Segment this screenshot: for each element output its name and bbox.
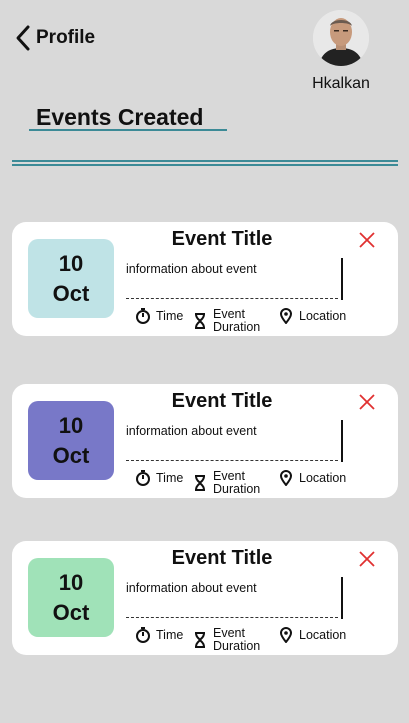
location-pin-icon (279, 470, 293, 486)
chevron-left-icon (16, 25, 30, 51)
date-month: Oct (52, 280, 90, 306)
date-month: Oct (52, 599, 90, 625)
stopwatch-icon (136, 627, 150, 643)
date-badge: 10 Oct (28, 401, 114, 480)
title-underline (29, 129, 227, 131)
event-card[interactable]: 10 Oct Event Title information about eve… (12, 384, 398, 498)
close-icon[interactable] (357, 549, 377, 569)
header: Profile Hkalkan (0, 0, 409, 100)
location-label: Location (299, 309, 347, 323)
event-time: Time (135, 627, 183, 643)
hourglass-icon (195, 313, 205, 329)
location-pin-icon (279, 627, 293, 643)
event-card[interactable]: 10 Oct Event Title information about eve… (12, 222, 398, 336)
close-icon[interactable] (357, 230, 377, 250)
date-badge: 10 Oct (28, 239, 114, 318)
event-time: Time (135, 308, 183, 324)
divider (341, 577, 343, 619)
close-icon[interactable] (357, 392, 377, 412)
date-badge: 10 Oct (28, 558, 114, 637)
event-title: Event Title (171, 228, 273, 250)
stopwatch-icon (136, 308, 150, 324)
time-label: Time (156, 471, 184, 485)
duration-label: Event Duration (213, 626, 261, 653)
event-card[interactable]: 10 Oct Event Title information about eve… (12, 541, 398, 655)
dashed-divider (126, 460, 338, 461)
time-label: Time (156, 309, 184, 323)
event-time: Time (135, 470, 183, 486)
hourglass-icon (195, 475, 205, 491)
divider (341, 420, 343, 462)
divider (12, 160, 398, 162)
dashed-divider (126, 298, 338, 299)
location-label: Location (299, 471, 347, 485)
event-title: Event Title (171, 390, 273, 412)
page-title: Events Created (36, 104, 204, 130)
event-duration: Event Duration (192, 308, 269, 334)
event-info: information about event (126, 262, 257, 276)
event-location: Location (278, 470, 346, 486)
username: Hkalkan (312, 75, 370, 92)
back-button[interactable]: Profile (14, 24, 95, 52)
stopwatch-icon (136, 470, 150, 486)
event-duration: Event Duration (192, 470, 269, 496)
duration-label: Event Duration (213, 469, 261, 496)
time-label: Time (156, 628, 184, 642)
location-label: Location (299, 628, 347, 642)
dashed-divider (126, 617, 338, 618)
event-duration: Event Duration (192, 627, 269, 653)
avatar[interactable] (313, 10, 369, 66)
hourglass-icon (195, 632, 205, 648)
event-info: information about event (126, 424, 257, 438)
date-day: 10 (58, 412, 84, 438)
event-location: Location (278, 627, 346, 643)
event-location: Location (278, 308, 346, 324)
event-info: information about event (126, 581, 257, 595)
duration-label: Event Duration (213, 307, 261, 334)
divider (341, 258, 343, 300)
back-label: Profile (36, 27, 96, 48)
event-title: Event Title (171, 547, 273, 569)
divider (12, 164, 398, 166)
date-day: 10 (58, 250, 84, 276)
location-pin-icon (279, 308, 293, 324)
date-month: Oct (52, 442, 90, 468)
avatar-image (313, 10, 369, 66)
date-day: 10 (58, 569, 84, 595)
